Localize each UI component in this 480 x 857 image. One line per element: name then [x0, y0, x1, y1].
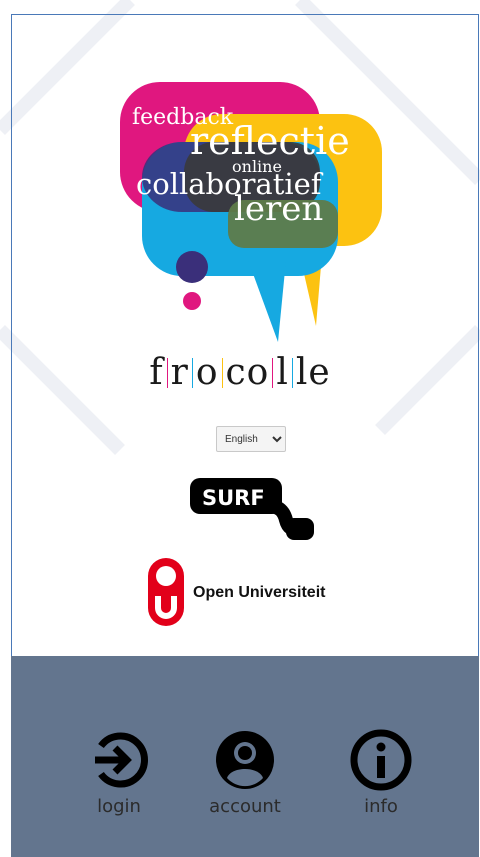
surf-logo: SURF	[190, 478, 314, 540]
surf-text: SURF	[202, 486, 265, 510]
surf-tail-block	[286, 518, 314, 540]
dot-small	[183, 292, 201, 310]
ou-text: Open Universiteit	[193, 584, 326, 601]
word-leren: leren	[234, 189, 323, 229]
info-label: info	[364, 796, 398, 817]
wordmark-bar	[291, 358, 293, 388]
info-button[interactable]: info	[331, 728, 431, 828]
wordmark-letter: l	[276, 352, 289, 393]
ou-symbol-top	[156, 566, 176, 586]
wordmark-letter: co	[225, 352, 270, 393]
bottom-navigation-bar: login account info	[11, 656, 479, 857]
open-universiteit-logo: Open Universiteit	[148, 558, 326, 626]
wordmark-bar	[166, 358, 168, 388]
login-icon	[95, 732, 148, 788]
frocole-wordmark: f r o co l le	[0, 352, 480, 393]
wordmark-letter: le	[295, 352, 331, 393]
account-icon	[216, 731, 274, 789]
info-icon	[350, 729, 412, 791]
wordmark-letter: f	[149, 352, 164, 393]
cyan-bubble-tail	[248, 260, 286, 342]
login-label: login	[97, 796, 141, 817]
account-label: account	[209, 796, 281, 817]
login-button[interactable]: login	[69, 728, 169, 828]
wordmark-letter: o	[195, 352, 219, 393]
dot-large	[176, 251, 208, 283]
wordmark-bar	[221, 358, 223, 388]
frocole-speech-bubbles-logo: feedback reflectie online collaboratief …	[120, 82, 382, 342]
account-button[interactable]: account	[195, 728, 295, 828]
language-select[interactable]: English	[216, 426, 286, 452]
wordmark-bar	[272, 358, 274, 388]
wordmark-letter: r	[170, 352, 189, 393]
wordmark-bar	[191, 358, 193, 388]
